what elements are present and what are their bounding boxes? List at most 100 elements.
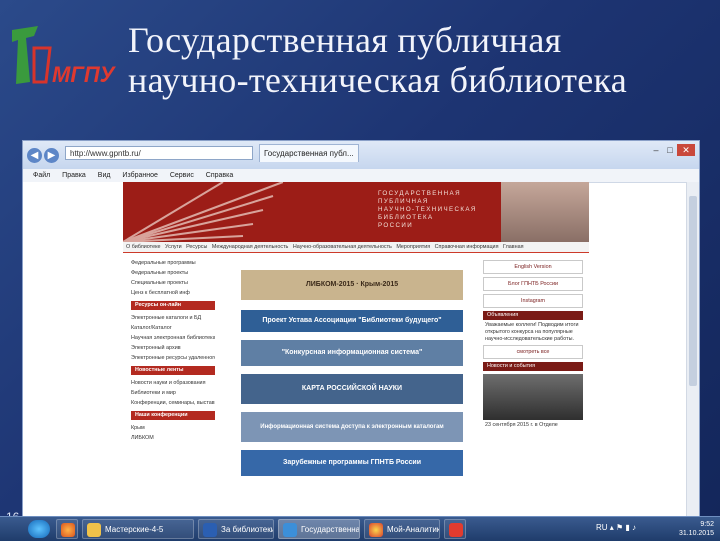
news-text: 23 сентября 2015 г. в Отделе: [485, 422, 558, 428]
taskbar-label: За библиотеки...: [221, 525, 273, 534]
taskbar-label: Государственная п...: [301, 525, 360, 534]
nav-item[interactable]: Ресурсы: [186, 244, 207, 250]
banner[interactable]: Проект Устава Ассоциации "Библиотеки буд…: [241, 310, 463, 332]
minimize-icon[interactable]: –: [649, 144, 663, 156]
slide-title: Государственная публичная научно-техниче…: [128, 20, 713, 100]
menu-tools[interactable]: Сервис: [170, 172, 194, 179]
nav-item[interactable]: Услуги: [165, 244, 182, 250]
list-item[interactable]: Конференции, семинары, выставки и конкур…: [131, 398, 215, 408]
header-line: НАУЧНО-ТЕХНИЧЕСКАЯ: [378, 206, 477, 213]
taskbar-button[interactable]: Мой-Аналитика_в...: [364, 519, 440, 539]
window-controls: – □ ✕: [649, 144, 695, 156]
news-header: Новости и события: [483, 362, 583, 371]
list-item[interactable]: Электронный архив: [131, 343, 215, 353]
left-sidebar: Федеральные программы Федеральные проект…: [131, 258, 215, 517]
close-icon[interactable]: ✕: [677, 144, 695, 156]
nav-buttons: ◀ ▶: [27, 145, 61, 163]
nav-item[interactable]: Справочная информация: [435, 244, 499, 250]
announcement-text: Уважаемые коллеги! Подводим итоги открыт…: [485, 322, 579, 342]
site-header: ГОСУДАРСТВЕННАЯ ПУБЛИЧНАЯ НАУЧНО-ТЕХНИЧЕ…: [123, 182, 589, 242]
banner[interactable]: "Конкурсная информационная система": [241, 340, 463, 366]
list-item[interactable]: Электронные каталоги и БД: [131, 313, 215, 323]
header-line: РОССИИ: [378, 222, 414, 229]
list-item[interactable]: ЛИБКОМ: [131, 433, 215, 443]
nav-item[interactable]: Мероприятия: [396, 244, 430, 250]
header-rays: [123, 182, 283, 242]
list-item[interactable]: Специальные проекты: [131, 278, 215, 288]
clock-date: 31.10.2015: [678, 530, 714, 537]
banner[interactable]: Зарубежные программы ГПНТБ России: [241, 450, 463, 476]
banner-column: ЛИБКОМ-2015 · Крым-2015 Проект Устава Ас…: [241, 270, 463, 517]
taskbar: Мастерские-4-5 За библиотеки... Государс…: [0, 516, 720, 541]
instagram-link[interactable]: Instagram: [483, 294, 583, 308]
menu-view[interactable]: Вид: [98, 172, 111, 179]
folder-icon: [87, 523, 101, 537]
nav-item[interactable]: Главная: [503, 244, 524, 250]
menu-favorites[interactable]: Избранное: [122, 172, 157, 179]
browser-toolbar: ◀ ▶ http://www.gpntb.ru/ Государственная …: [23, 141, 699, 170]
language-indicator[interactable]: RU: [596, 523, 608, 532]
browser-tab[interactable]: Государственная публ...: [259, 144, 359, 162]
blog-link[interactable]: Блог ГПНТБ России: [483, 277, 583, 291]
ie-icon: [283, 523, 297, 537]
header-line: БИБЛИОТЕКА: [378, 214, 434, 221]
nav-item[interactable]: О библиотеке: [126, 244, 161, 250]
section-header: Наши конференции: [131, 411, 215, 420]
menu-file[interactable]: Файл: [33, 172, 50, 179]
tray-icons: RU ▴ ⚑ ▮ ♪: [596, 523, 637, 532]
site-header-title: ГОСУДАРСТВЕННАЯ ПУБЛИЧНАЯ НАУЧНО-ТЕХНИЧЕ…: [378, 190, 498, 230]
yandex-icon[interactable]: [444, 519, 466, 539]
nav-item[interactable]: Международная деятельность: [212, 244, 289, 250]
list-item[interactable]: Библиотеки и мир: [131, 388, 215, 398]
list-item[interactable]: Крым: [131, 423, 215, 433]
list-item[interactable]: Электронные ресурсы удаленного доступа: [131, 353, 215, 363]
scrollbar-thumb[interactable]: [689, 196, 697, 386]
taskbar-button[interactable]: За библиотеки...: [198, 519, 274, 539]
taskbar-label: Мастерские-4-5: [105, 525, 164, 534]
taskbar-button[interactable]: Мастерские-4-5: [82, 519, 194, 539]
taskbar-button[interactable]: Государственная п...: [278, 519, 360, 539]
firefox-icon[interactable]: [56, 519, 78, 539]
mgpu-logo: МГПУ: [12, 26, 117, 87]
list-item[interactable]: Новости науки и образования: [131, 378, 215, 388]
slide-title-line1: Государственная публичная: [128, 20, 562, 60]
banner[interactable]: Информационная система доступа к электро…: [241, 412, 463, 442]
forward-icon[interactable]: ▶: [44, 148, 59, 163]
list-item[interactable]: Федеральные программы: [131, 258, 215, 268]
list-item[interactable]: Ценз к бесплатной инф: [131, 288, 215, 298]
library-building-photo: [501, 182, 589, 242]
word-icon: [203, 523, 217, 537]
site-nav: О библиотеке Услуги Ресурсы Международна…: [123, 242, 589, 253]
news-photo: [483, 374, 583, 420]
slide-title-line2: научно-техническая библиотека: [128, 60, 628, 100]
page-gutter: [23, 182, 123, 517]
clock[interactable]: 9:52 31.10.2015: [679, 520, 714, 538]
back-icon[interactable]: ◀: [27, 148, 42, 163]
logo-text: МГПУ: [52, 62, 117, 87]
see-all-button[interactable]: смотреть все: [483, 345, 583, 359]
browser-screenshot: ◀ ▶ http://www.gpntb.ru/ Государственная …: [22, 140, 700, 518]
taskbar-label: Мой-Аналитика_в...: [387, 525, 439, 534]
header-line: ПУБЛИЧНАЯ: [378, 198, 429, 205]
clock-time: 9:52: [700, 521, 714, 528]
list-item[interactable]: Научная электронная библиотека: [131, 333, 215, 343]
section-header: Ресурсы он-лайн: [131, 301, 215, 310]
banner[interactable]: КАРТА РОССИЙСКОЙ НАУКИ: [241, 374, 463, 404]
english-version-link[interactable]: English Version: [483, 260, 583, 274]
banner[interactable]: ЛИБКОМ-2015 · Крым-2015: [241, 270, 463, 300]
website-content: ГОСУДАРСТВЕННАЯ ПУБЛИЧНАЯ НАУЧНО-ТЕХНИЧЕ…: [123, 182, 589, 517]
nav-item[interactable]: Научно-образовательная деятельность: [293, 244, 392, 250]
address-bar[interactable]: http://www.gpntb.ru/: [65, 146, 253, 160]
scrollbar[interactable]: [686, 182, 699, 517]
list-item[interactable]: Федеральные проекты: [131, 268, 215, 278]
list-item[interactable]: Каталог/Каталог: [131, 323, 215, 333]
section-header: Новостные ленты: [131, 366, 215, 375]
start-button[interactable]: [28, 520, 50, 538]
menu-edit[interactable]: Правка: [62, 172, 86, 179]
maximize-icon[interactable]: □: [663, 144, 677, 156]
right-sidebar: English Version Блог ГПНТБ России Instag…: [483, 260, 583, 517]
menu-help[interactable]: Справка: [206, 172, 233, 179]
announcements-header: Объявления: [483, 311, 583, 320]
header-line: ГОСУДАРСТВЕННАЯ: [378, 190, 461, 197]
chrome-icon: [369, 523, 383, 537]
